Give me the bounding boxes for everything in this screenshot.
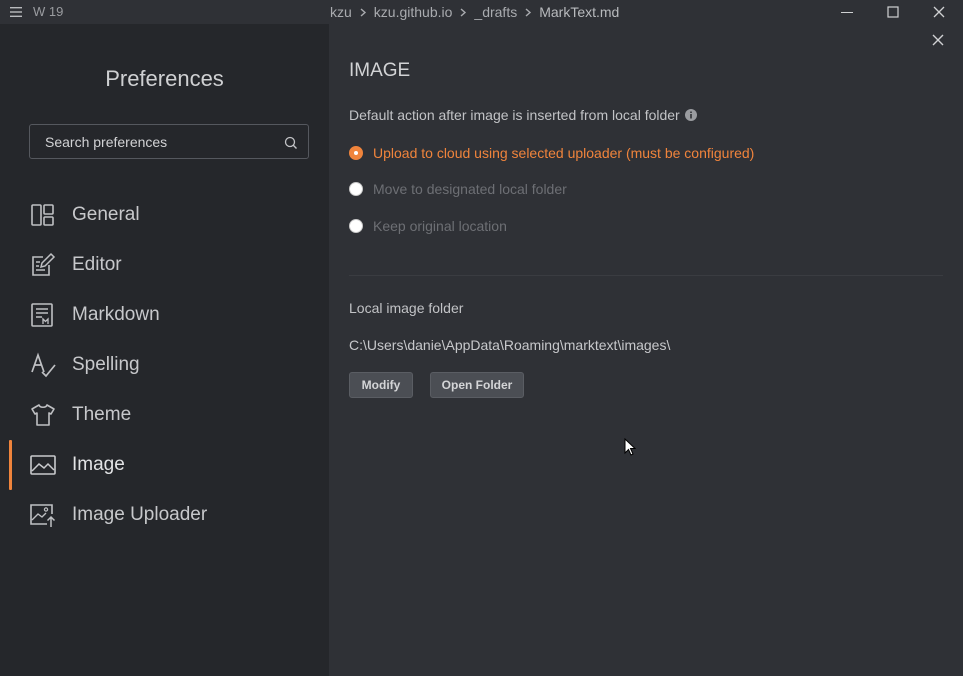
theme-icon (31, 404, 55, 426)
sidebar-item-theme[interactable]: Theme (0, 390, 329, 440)
sidebar-item-label: Image Uploader (72, 504, 208, 525)
sidebar-item-spelling[interactable]: Spelling (0, 340, 329, 390)
sidebar-item-image[interactable]: Image (0, 440, 329, 490)
file-name: MarkText.md (539, 4, 620, 20)
markdown-icon (31, 303, 53, 327)
breadcrumb-item: kzu.github.io (373, 4, 453, 20)
sidebar-item-label: Theme (72, 404, 132, 425)
general-icon (31, 204, 54, 226)
minimize-icon (841, 12, 853, 13)
sidebar-title: Preferences (105, 66, 224, 91)
breadcrumb: kzu kzu.github.io _drafts MarkText.md (330, 4, 619, 20)
sidebar-item-markdown[interactable]: Markdown (0, 290, 329, 340)
sidebar-item-image-uploader[interactable]: Image Uploader (0, 490, 329, 540)
spelling-icon (31, 352, 56, 378)
chevron-right-icon (524, 7, 532, 17)
preferences-sidebar: Preferences General Editor Markd (0, 24, 329, 676)
sidebar-item-general[interactable]: General (0, 190, 329, 240)
search-input[interactable] (30, 125, 308, 158)
image-uploader-icon (30, 504, 56, 527)
chevron-right-icon (459, 7, 467, 17)
hamburger-menu-icon[interactable] (9, 5, 23, 19)
close-window-button[interactable] (916, 0, 962, 24)
preferences-content: IMAGE Default action after image is inse… (329, 24, 963, 676)
radio-keep-location[interactable]: Keep original location (349, 218, 507, 234)
search-box[interactable] (29, 124, 309, 159)
section-divider (349, 275, 943, 276)
search-icon[interactable] (284, 136, 298, 150)
mouse-cursor-icon (624, 438, 636, 456)
radio-button[interactable] (349, 182, 363, 196)
radio-button-checked[interactable] (349, 146, 363, 160)
radio-move-to-folder[interactable]: Move to designated local folder (349, 181, 567, 197)
chevron-right-icon (359, 7, 367, 17)
insert-action-label: Default action after image is inserted f… (349, 107, 680, 123)
radio-label: Keep original location (373, 218, 507, 234)
sidebar-item-label: Spelling (72, 354, 140, 375)
local-folder-label: Local image folder (349, 300, 464, 316)
open-folder-button[interactable]: Open Folder (430, 372, 524, 398)
sidebar-item-label: Editor (72, 254, 122, 275)
image-icon (30, 455, 56, 475)
modify-button[interactable]: Modify (349, 372, 413, 398)
breadcrumb-item: kzu (330, 4, 352, 20)
editor-icon (32, 252, 56, 276)
title-bar: W 19 kzu kzu.github.io _drafts MarkText.… (0, 0, 963, 24)
info-icon[interactable] (684, 109, 697, 121)
sidebar-item-editor[interactable]: Editor (0, 240, 329, 290)
sidebar-item-label: Markdown (72, 304, 160, 325)
sidebar-item-label: General (72, 204, 140, 225)
word-count[interactable]: W 19 (33, 4, 63, 19)
section-title: IMAGE (349, 60, 411, 81)
insert-action-description: Default action after image is inserted f… (349, 107, 697, 123)
minimize-button[interactable] (824, 0, 870, 24)
radio-label: Upload to cloud using selected uploader … (373, 145, 755, 161)
close-icon (933, 6, 945, 18)
local-folder-path: C:\Users\danie\AppData\Roaming\marktext\… (349, 337, 671, 353)
close-preferences-icon[interactable] (931, 33, 945, 47)
radio-label: Move to designated local folder (373, 181, 567, 197)
radio-button[interactable] (349, 219, 363, 233)
maximize-icon (887, 6, 899, 18)
breadcrumb-item: _drafts (474, 4, 518, 20)
sidebar-item-label: Image (72, 454, 125, 475)
radio-upload-to-cloud[interactable]: Upload to cloud using selected uploader … (349, 145, 754, 161)
maximize-button[interactable] (870, 0, 916, 24)
